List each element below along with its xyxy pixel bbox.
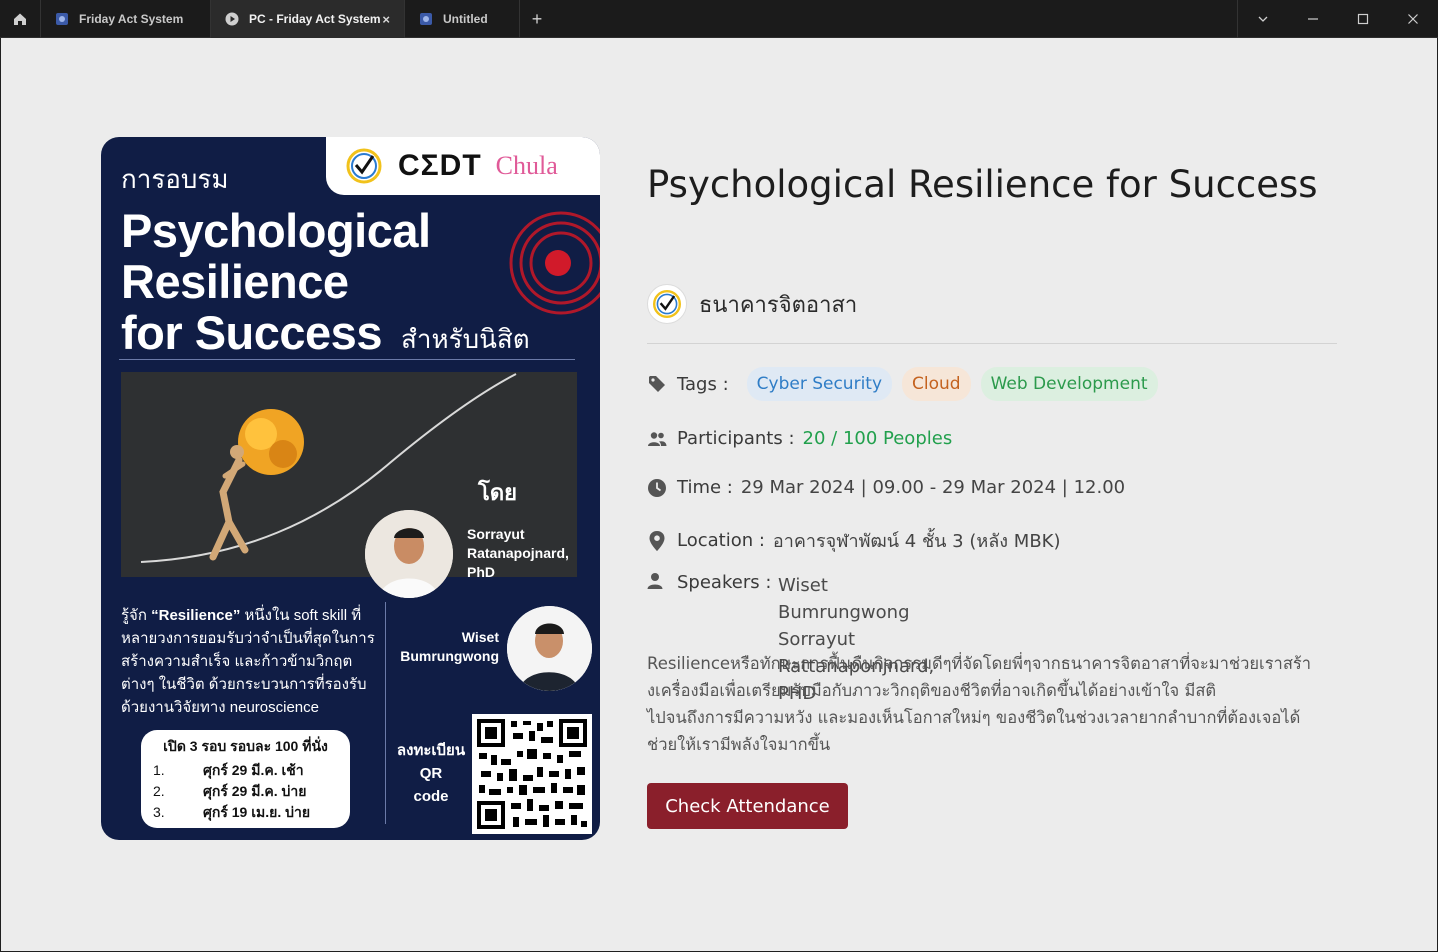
round-item: 3. ศุกร์ 19 เม.ย. บ่าย	[153, 804, 311, 820]
maximize-icon	[1357, 13, 1369, 25]
poster-title-line: Psychological	[121, 204, 431, 257]
round-item: 1. ศุกร์ 29 มี.ค. เช้า	[153, 762, 304, 778]
speaker-name: Wiset Bumrungwong	[778, 575, 910, 623]
tab-label: PC - Friday Act System	[249, 12, 381, 26]
play-icon	[225, 12, 239, 26]
cedt-logo: CΣDT	[398, 149, 482, 182]
tag-cloud[interactable]: Cloud	[902, 367, 971, 401]
tab-friday-act-system[interactable]: Friday Act System	[41, 0, 211, 38]
close-window-button[interactable]	[1388, 0, 1438, 38]
poster-decor-rings	[509, 211, 600, 315]
section-divider	[647, 343, 1337, 344]
speaker-avatar	[365, 510, 453, 598]
poster-vertical-divider	[385, 602, 386, 824]
location-pin-icon	[647, 530, 667, 551]
time-row: Time : 29 Mar 2024 | 09.00 - 29 Mar 2024…	[647, 477, 1125, 498]
event-detail-page: CΣDT Chula การอบรม Psychological Resilie…	[1, 38, 1437, 951]
minimize-icon	[1308, 18, 1318, 20]
app-icon	[419, 12, 433, 26]
tag-cyber-security[interactable]: Cyber Security	[746, 367, 893, 401]
tab-label: Friday Act System	[79, 12, 184, 26]
app-icon	[55, 12, 69, 26]
qr-code	[472, 714, 592, 834]
location-row: Location : อาคารจุฬาพัฒน์ 4 ชั้น 3 (หลัง…	[647, 526, 1061, 555]
event-title: Psychological Resilience for Success	[647, 163, 1318, 206]
speaker-avatar	[507, 606, 592, 691]
poster-register-label: ลงทะเบียน QR code	[396, 742, 466, 805]
tag-icon	[647, 374, 667, 394]
people-icon	[647, 429, 667, 449]
close-icon	[1408, 14, 1418, 24]
poster-title: Psychological Resilience for Success	[121, 205, 431, 358]
clock-icon	[647, 478, 667, 498]
tab-pc-friday-act-system[interactable]: PC - Friday Act System ×	[211, 0, 405, 38]
organizer[interactable]: ธนาคารจิตอาสา	[647, 284, 857, 324]
participants-row: Participants : 20 / 100 Peoples	[647, 428, 952, 449]
new-tab-button[interactable]: +	[520, 0, 554, 38]
event-poster: CΣDT Chula การอบรม Psychological Resilie…	[101, 137, 600, 840]
window-titlebar: Friday Act System PC - Friday Act System…	[0, 0, 1438, 38]
organizer-name: ธนาคารจิตอาสา	[699, 292, 858, 318]
poster-divider	[119, 359, 575, 360]
poster-description: รู้จัก “Resilience” หนึ่งใน soft skill ท…	[121, 607, 375, 716]
chevron-down-icon	[1258, 16, 1268, 22]
minimize-button[interactable]	[1288, 0, 1338, 38]
check-attendance-button[interactable]: Check Attendance	[647, 783, 848, 829]
round-item: 2. ศุกร์ 29 มี.ค. บ่าย	[153, 783, 307, 799]
time-label: Time :	[677, 477, 733, 498]
location-label: Location :	[677, 530, 765, 551]
person-icon	[647, 572, 667, 592]
tab-label: Untitled	[443, 12, 488, 26]
close-tab-icon[interactable]: ×	[382, 12, 390, 27]
tags-label: Tags :	[677, 373, 729, 395]
poster-title-line: Resilience	[121, 255, 349, 308]
time-value: 29 Mar 2024 | 09.00 - 29 Mar 2024 | 12.0…	[740, 477, 1126, 498]
tab-list-button[interactable]	[1238, 0, 1288, 38]
speakers-label: Speakers :	[677, 572, 772, 593]
rounds-title: เปิด 3 รอบ รอบละ 100 ที่นั่ง	[163, 738, 328, 754]
poster-speaker-2: Wiset Bumrungwong	[400, 629, 499, 664]
tag-web-development[interactable]: Web Development	[980, 367, 1158, 401]
event-description: Resilienceหรือทักษะการฟื้นคืนกิจกรรมดีๆท…	[647, 654, 1312, 754]
poster-by-label: โดย	[478, 480, 517, 505]
maximize-button[interactable]	[1338, 0, 1388, 38]
poster-title-line: for Success	[121, 306, 382, 359]
poster-kicker: การอบรม	[121, 164, 229, 194]
participants-label: Participants :	[677, 428, 795, 449]
home-icon	[14, 13, 26, 25]
window-controls	[1237, 0, 1438, 38]
poster-logos: CΣDT Chula	[326, 137, 600, 195]
poster-speaker-1: Sorrayut Ratanapojnard, PhD	[467, 526, 569, 580]
poster-rounds-box: เปิด 3 รอบ รอบละ 100 ที่นั่ง 1. ศุกร์ 29 …	[141, 730, 350, 828]
tags-row: Tags : Cyber Security Cloud Web Developm…	[647, 367, 1158, 401]
chula-logo: Chula	[495, 151, 558, 180]
participants-value: 20 / 100 Peoples	[802, 428, 953, 449]
volunteer-bank-logo	[346, 148, 382, 184]
home-button[interactable]	[0, 0, 41, 38]
speakers-block: Speakers : Wiset Bumrungwong Sorrayut Ra…	[647, 572, 934, 704]
location-value: อาคารจุฬาพัฒน์ 4 ชั้น 3 (หลัง MBK)	[772, 531, 1061, 552]
organizer-logo	[647, 284, 687, 324]
tab-untitled[interactable]: Untitled	[405, 0, 520, 38]
